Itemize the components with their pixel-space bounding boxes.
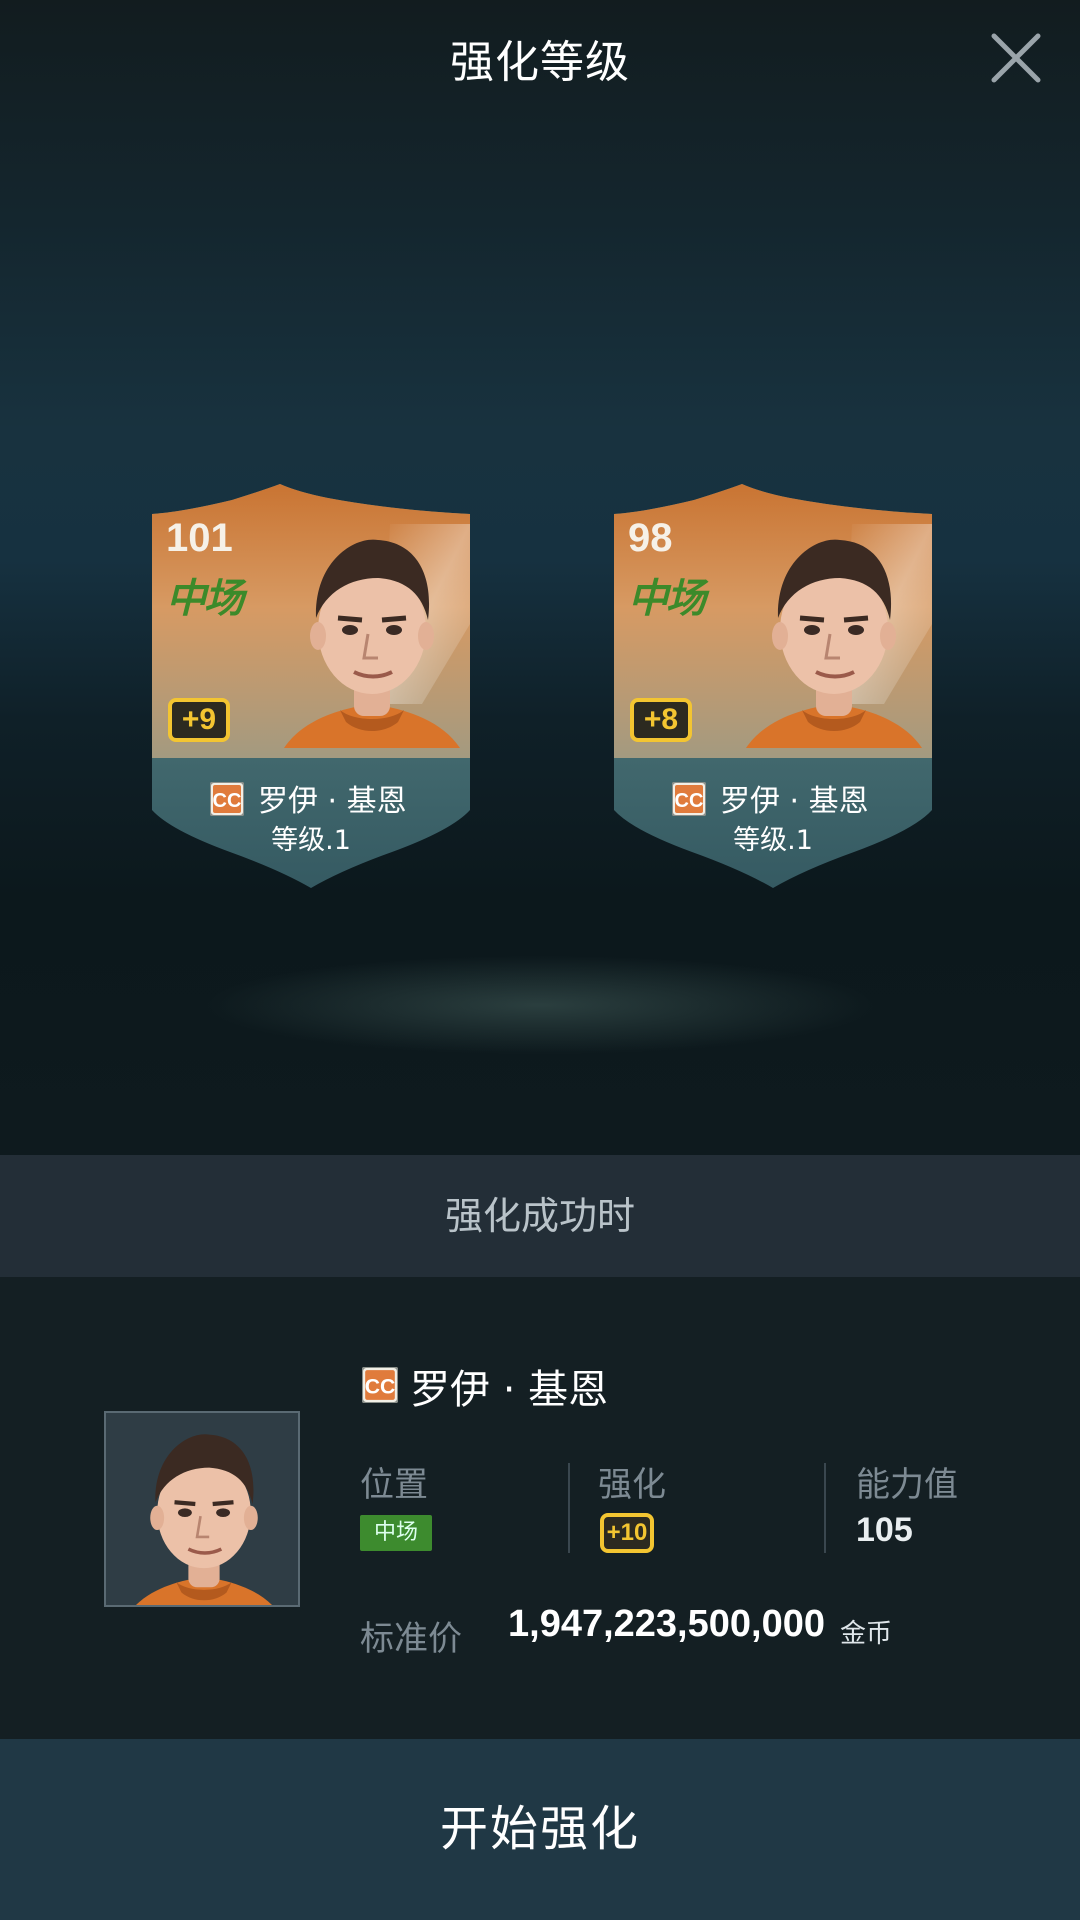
enhance-label: 强化 — [598, 1465, 666, 1505]
card-position: 中场 — [166, 576, 244, 622]
card-enhance-badge: +9 — [168, 698, 230, 742]
player-thumbnail — [104, 1411, 300, 1607]
result-player-name: 罗伊 · 基恩 — [410, 1367, 609, 1413]
start-enhance-button[interactable]: 开始强化 — [0, 1739, 1080, 1920]
card-player-name: 罗伊 · 基恩 — [720, 784, 869, 819]
player-card[interactable]: 101 中场 +9 罗伊 · 基恩 等级.1 — [152, 484, 470, 888]
divider — [824, 1463, 826, 1553]
card-player-name: 罗伊 · 基恩 — [258, 784, 407, 819]
card-level: 等级.1 — [733, 825, 813, 856]
ability-label: 能力值 — [856, 1465, 958, 1505]
position-label: 位置 — [360, 1465, 428, 1505]
price-label: 标准价 — [360, 1619, 462, 1659]
ability-value: 105 — [856, 1511, 913, 1549]
price-unit: 金币 — [840, 1619, 893, 1649]
result-panel: 罗伊 · 基恩 位置 中场 强化 +10 能力值 105 标准价 1,947,2… — [0, 1277, 1080, 1739]
close-button[interactable] — [988, 30, 1044, 86]
price-value: 1,947,223,500,000 — [508, 1603, 825, 1645]
position-badge: 中场 — [360, 1515, 432, 1551]
cc-season-icon — [672, 782, 706, 816]
player-portrait — [274, 522, 470, 748]
player-portrait — [106, 1419, 300, 1607]
card-rating: 101 — [166, 516, 233, 560]
player-portrait — [736, 522, 932, 748]
page-title: 强化等级 — [450, 37, 630, 88]
player-card[interactable]: 98 中场 +8 罗伊 · 基恩 等级.1 — [614, 484, 932, 888]
card-position: 中场 — [628, 576, 706, 622]
card-rating: 98 — [628, 516, 673, 560]
close-icon — [991, 33, 1041, 83]
card-level: 等级.1 — [271, 825, 351, 856]
section-title: 强化成功时 — [0, 1155, 1080, 1277]
enhance-badge: +10 — [600, 1513, 654, 1553]
cc-season-icon — [362, 1367, 398, 1403]
cc-season-icon — [210, 782, 244, 816]
card-enhance-badge: +8 — [630, 698, 692, 742]
divider — [568, 1463, 570, 1553]
